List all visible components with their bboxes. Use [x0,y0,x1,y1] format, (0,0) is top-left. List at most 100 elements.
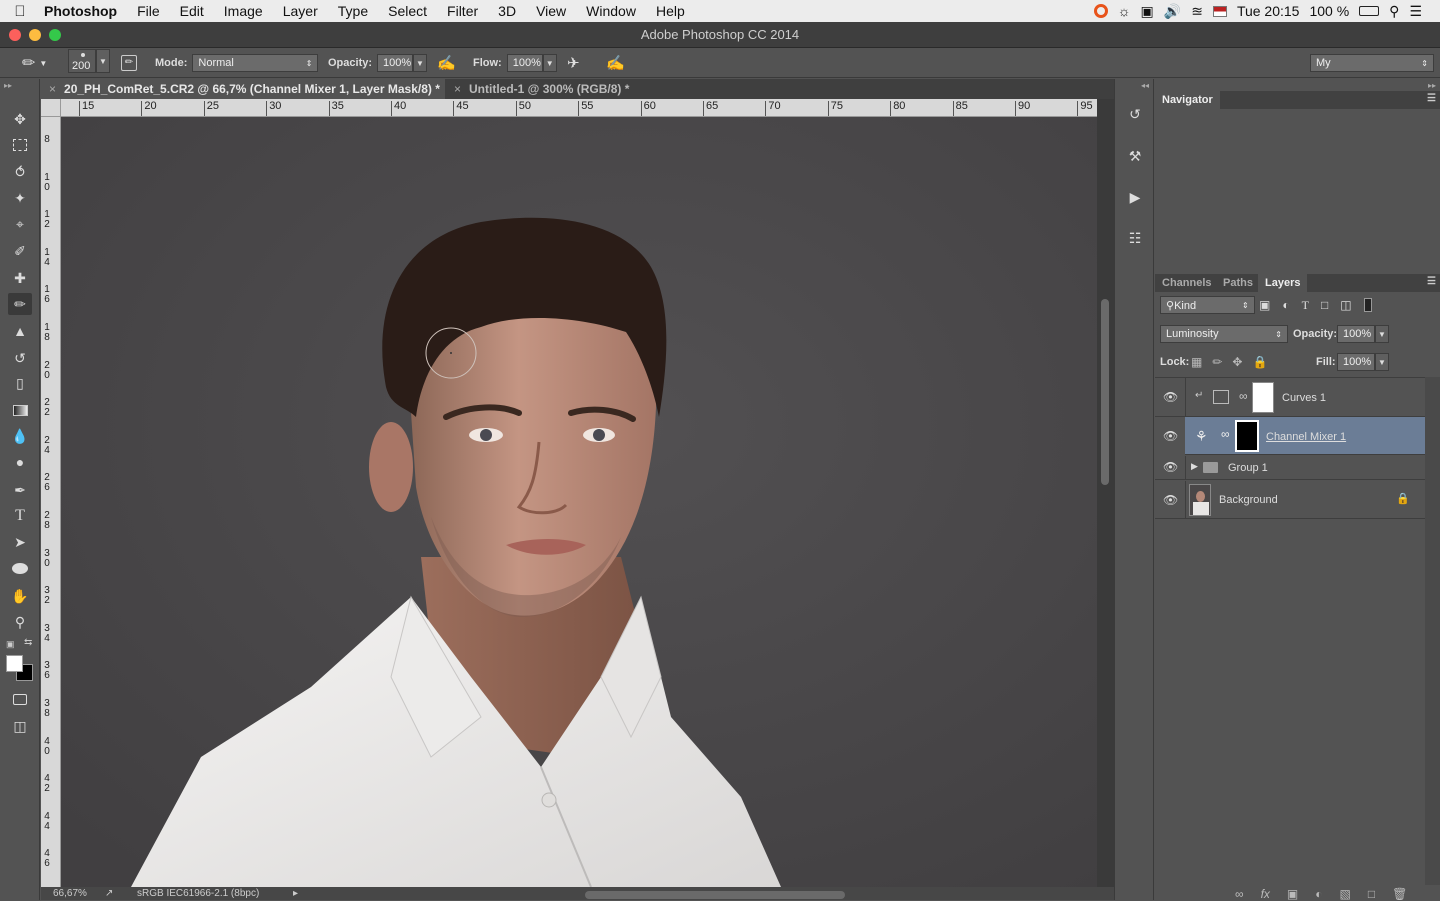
lock-transparent-pixels-icon[interactable]: ▦ [1191,355,1202,369]
filter-shape-layers-icon[interactable]: □ [1321,298,1328,313]
layer-name[interactable]: Channel Mixer 1 [1266,431,1346,443]
menu-view[interactable]: View [526,0,576,22]
menu-edit[interactable]: Edit [170,0,214,22]
path-selection-tool-icon[interactable]: ➤ [8,531,32,553]
menu-layer[interactable]: Layer [273,0,328,22]
filter-toggle-icon[interactable] [1363,298,1372,312]
workspace-select[interactable]: My ⇕ [1310,54,1434,72]
filter-smart-objects-icon[interactable]: ◫ [1340,298,1351,313]
new-layer-icon[interactable]: □ [1368,887,1375,901]
battery-status[interactable]: 100 % [1309,0,1349,22]
hand-tool-icon[interactable]: ✋ [8,585,32,607]
mode-select[interactable]: Normal ⇕ [192,54,319,72]
lasso-tool-icon[interactable]: ⥀ [8,161,32,183]
wifi-icon[interactable]: ≊ [1191,3,1203,20]
airbrush-button[interactable]: ✈ [567,53,580,73]
tool-presets-panel-icon[interactable]: ⚒ [1125,146,1145,166]
layer-opacity-field[interactable]: 100% [1337,325,1375,343]
share-icon[interactable]: ↗ [105,888,113,899]
menu-help[interactable]: Help [646,0,695,22]
menu-type[interactable]: Type [328,0,378,22]
layer-name[interactable]: Curves 1 [1282,392,1326,404]
flow-slider-toggle[interactable]: ▼ [542,54,557,72]
horizontal-scroll-thumb[interactable] [585,891,845,899]
horizontal-ruler[interactable]: 15 20 25 30 35 40 45 50 55 60 65 70 75 80 85 90 95 [61,99,1097,117]
history-panel-icon[interactable]: ↺ [1125,104,1145,124]
visibility-eye-icon[interactable]: 👁 [1163,429,1178,443]
default-colors-icon[interactable]: ▣ [6,639,15,650]
menu-3d[interactable]: 3D [488,0,526,22]
filter-adjustment-layers-icon[interactable]: ◐ [1282,298,1289,313]
marquee-tool-icon[interactable] [8,134,32,156]
panel-menu-icon[interactable]: ☰ [1427,93,1436,104]
chevron-down-icon[interactable]: ▼ [96,49,110,73]
expand-panels-icon[interactable]: ▸▸ [1428,81,1436,90]
vertical-scroll-thumb[interactable] [1101,299,1109,485]
document-canvas[interactable] [61,117,1097,887]
screen-mode-icon[interactable]: ◫ [8,715,32,737]
layer-style-fx-icon[interactable]: fx [1261,887,1270,901]
opacity-slider-toggle[interactable]: ▼ [413,54,428,72]
layer-name[interactable]: Background [1219,494,1278,506]
healing-brush-tool-icon[interactable]: ✚ [8,267,32,289]
quick-selection-tool-icon[interactable]: ✦ [8,187,32,209]
visibility-eye-icon[interactable]: 👁 [1163,493,1178,507]
type-tool-icon[interactable]: T [8,505,32,527]
lock-position-icon[interactable]: ✥ [1232,355,1242,369]
layer-row-group[interactable]: 👁 ▶ Group 1 [1155,456,1425,480]
filter-pixel-layers-icon[interactable]: ▣ [1259,298,1270,313]
brush-tool-icon[interactable]: ✏ [8,293,32,315]
display-icon[interactable]: ▣ [1141,3,1154,20]
visibility-eye-icon[interactable]: 👁 [1163,460,1178,474]
apple-menu-icon[interactable]:  [0,3,40,20]
layer-mask-thumbnail[interactable] [1235,420,1259,452]
expand-group-icon[interactable]: ▶ [1191,461,1198,472]
ruler-origin[interactable] [41,99,61,117]
brightness-icon[interactable]: ☼ [1118,3,1131,19]
menu-image[interactable]: Image [214,0,273,22]
lock-image-pixels-icon[interactable]: ✏ [1212,355,1222,369]
flow-field[interactable]: 100% [506,54,543,72]
layer-thumbnail[interactable] [1189,484,1211,516]
tab-layers[interactable]: Layers [1258,274,1308,292]
properties-panel-icon[interactable]: ☷ [1125,228,1145,248]
crop-tool-icon[interactable]: ⌖ [8,213,32,235]
quick-mask-icon[interactable] [8,688,32,710]
layer-fill-slider-toggle[interactable]: ▼ [1375,353,1389,371]
flag-icon[interactable] [1212,5,1227,17]
layers-scrollbar[interactable] [1425,377,1440,885]
lock-all-icon[interactable]: 🔒 [1252,355,1267,369]
status-app-icon[interactable] [1093,4,1108,18]
close-tab-icon[interactable]: × [49,82,56,96]
pressure-opacity-button[interactable]: ✍ [437,53,456,73]
vertical-scrollbar[interactable] [1097,99,1114,887]
delete-layer-icon[interactable]: 🗑 [1392,887,1407,901]
layer-fill-field[interactable]: 100% [1337,353,1375,371]
clock[interactable]: Tue 20:15 [1237,0,1300,22]
move-tool-icon[interactable]: ✥ [8,108,32,130]
new-group-icon[interactable]: ▧ [1340,887,1351,901]
add-mask-icon[interactable]: ▣ [1287,887,1298,901]
menu-filter[interactable]: Filter [437,0,488,22]
pen-tool-icon[interactable]: ✒ [8,479,32,501]
history-brush-tool-icon[interactable]: ↺ [8,347,32,369]
blend-mode-select[interactable]: Luminosity ⇕ [1160,325,1288,343]
menu-select[interactable]: Select [378,0,437,22]
zoom-level[interactable]: 66,67% [53,888,87,899]
vertical-ruler[interactable]: 8 10 12 14 16 18 20 22 24 26 28 30 32 34 36 38 40 42 44 46 [41,117,61,887]
brush-tool-preset-picker[interactable]: ✏ ▼ [22,53,47,73]
pressure-size-button[interactable]: ✍ [606,53,625,73]
new-adjustment-layer-icon[interactable]: ◐ [1315,887,1322,901]
swap-colors-icon[interactable]: ⇆ [24,637,32,648]
menu-app-photoshop[interactable]: Photoshop [40,0,127,22]
tab-navigator[interactable]: Navigator [1155,91,1220,109]
tab-document-untitled[interactable]: × Untitled-1 @ 300% (RGB/8) * [446,79,646,99]
brush-size-picker[interactable]: 200 ▼ [68,49,110,73]
foreground-color-swatch[interactable] [6,655,23,672]
filter-type-layers-icon[interactable]: T [1302,298,1309,313]
tab-document-cr2[interactable]: × 20_PH_ComRet_5.CR2 @ 66,7% (Channel Mix… [41,79,445,99]
brush-panel-toggle[interactable]: ✏ [121,53,137,73]
close-tab-icon[interactable]: × [454,82,461,96]
status-menu-arrow-icon[interactable]: ▸ [293,888,298,899]
clone-stamp-tool-icon[interactable]: ▲ [8,320,32,342]
